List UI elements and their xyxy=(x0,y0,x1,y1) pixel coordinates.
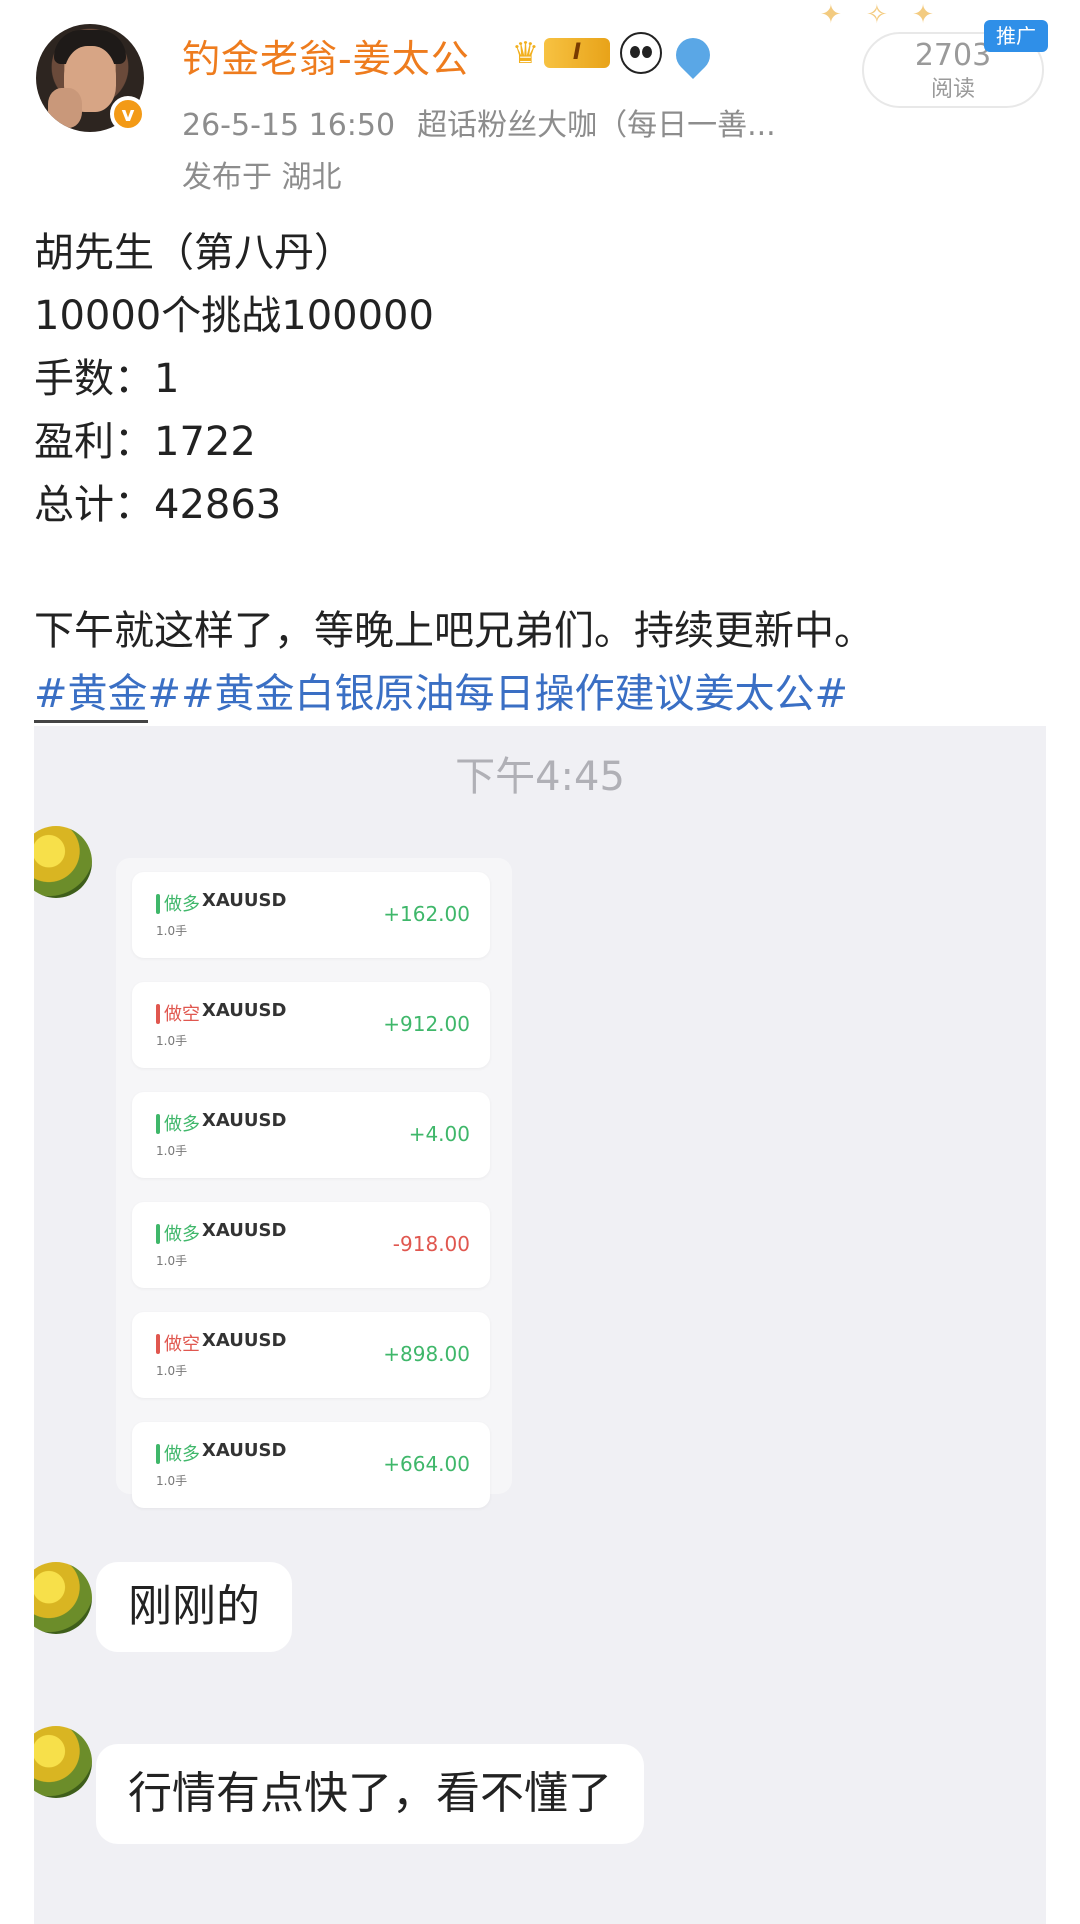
trade-card: 做多 XAUUSD 1.0手 +664.00 xyxy=(132,1422,490,1508)
read-label: 阅读 xyxy=(930,77,975,102)
post-line: 10000个挑战100000 xyxy=(34,293,434,339)
trade-symbol: XAUUSD xyxy=(202,1440,287,1461)
post-body: 胡先生（第八丹） 10000个挑战100000 手数：1 盈利：1722 总计：… xyxy=(34,222,1044,726)
trade-symbol: XAUUSD xyxy=(202,1220,287,1241)
post-timestamp: 26-5-15 16:50 xyxy=(182,108,396,143)
avatar-hand xyxy=(48,88,82,128)
chat-avatar xyxy=(34,826,92,898)
trade-symbol: XAUUSD xyxy=(202,1000,287,1021)
attached-image[interactable]: 下午4:45 做多 XAUUSD 1.0手 +162.00 做空 XAUUSD … xyxy=(34,726,1046,1924)
post-location: 发布于 湖北 xyxy=(182,160,342,195)
trade-card: 做多 XAUUSD 1.0手 +162.00 xyxy=(132,872,490,958)
post-line: 手数：1 xyxy=(34,356,180,402)
trade-list: 做多 XAUUSD 1.0手 +162.00 做空 XAUUSD 1.0手 +9… xyxy=(116,858,512,1508)
trade-pnl: +898.00 xyxy=(383,1342,470,1366)
trade-lots: 1.0手 xyxy=(156,1034,188,1048)
level-badge-text: I xyxy=(544,38,610,68)
trade-direction: 做空 xyxy=(164,1004,200,1025)
trade-lots: 1.0手 xyxy=(156,924,188,938)
post-line: 总计：42863 xyxy=(34,482,282,528)
trade-symbol: XAUUSD xyxy=(202,890,287,911)
crown-icon: ♛ xyxy=(512,36,539,71)
trade-lots: 1.0手 xyxy=(156,1144,188,1158)
verified-v-icon: v xyxy=(110,96,146,132)
trade-direction: 做多 xyxy=(164,1114,200,1135)
trade-card: 做空 XAUUSD 1.0手 +912.00 xyxy=(132,982,490,1068)
level-badge[interactable]: ♛ I xyxy=(512,34,610,72)
trade-pnl: +4.00 xyxy=(408,1122,470,1146)
trade-pnl: +912.00 xyxy=(383,1012,470,1036)
post-source[interactable]: 超话粉丝大咖（每日一善... xyxy=(417,108,776,143)
post-line: 胡先生（第八丹） xyxy=(34,230,354,276)
trade-card: 做空 XAUUSD 1.0手 +898.00 xyxy=(132,1312,490,1398)
divider xyxy=(34,720,148,723)
trade-symbol: XAUUSD xyxy=(202,1330,287,1351)
post-line: 盈利：1722 xyxy=(34,419,256,465)
trade-lots: 1.0手 xyxy=(156,1254,188,1268)
chat-bubble: 行情有点快了，看不懂了 xyxy=(96,1744,644,1844)
trade-card: 做多 XAUUSD 1.0手 +4.00 xyxy=(132,1092,490,1178)
trade-lots: 1.0手 xyxy=(156,1364,188,1378)
panda-icon[interactable] xyxy=(620,32,662,74)
promo-badge[interactable]: 推广 xyxy=(984,20,1048,52)
trade-direction: 做多 xyxy=(164,1224,200,1245)
trade-card: 做多 XAUUSD 1.0手 -918.00 xyxy=(132,1202,490,1288)
trade-pnl: +664.00 xyxy=(383,1452,470,1476)
trade-symbol: XAUUSD xyxy=(202,1110,287,1131)
trade-pnl: -918.00 xyxy=(392,1232,470,1256)
chat-avatar xyxy=(34,1562,92,1634)
blue-bird-icon[interactable] xyxy=(668,30,718,80)
trade-pnl: +162.00 xyxy=(383,902,470,926)
chat-avatar xyxy=(34,1726,92,1798)
trade-direction: 做多 xyxy=(164,1444,200,1465)
chat-bubble: 刚刚的 xyxy=(96,1562,292,1652)
username[interactable]: 钓金老翁-姜太公 xyxy=(182,28,470,83)
trade-lots: 1.0手 xyxy=(156,1474,188,1488)
trade-direction: 做空 xyxy=(164,1334,200,1355)
hashtag-links[interactable]: #黄金##黄金白银原油每日操作建议姜太公# xyxy=(34,663,1044,726)
post-paragraph: 下午就这样了，等晚上吧兄弟们。持续更新中。 xyxy=(34,608,874,654)
trade-direction: 做多 xyxy=(164,894,200,915)
chat-time: 下午4:45 xyxy=(455,754,625,800)
post-meta: 26-5-15 16:50 超话粉丝大咖（每日一善... xyxy=(182,100,798,144)
